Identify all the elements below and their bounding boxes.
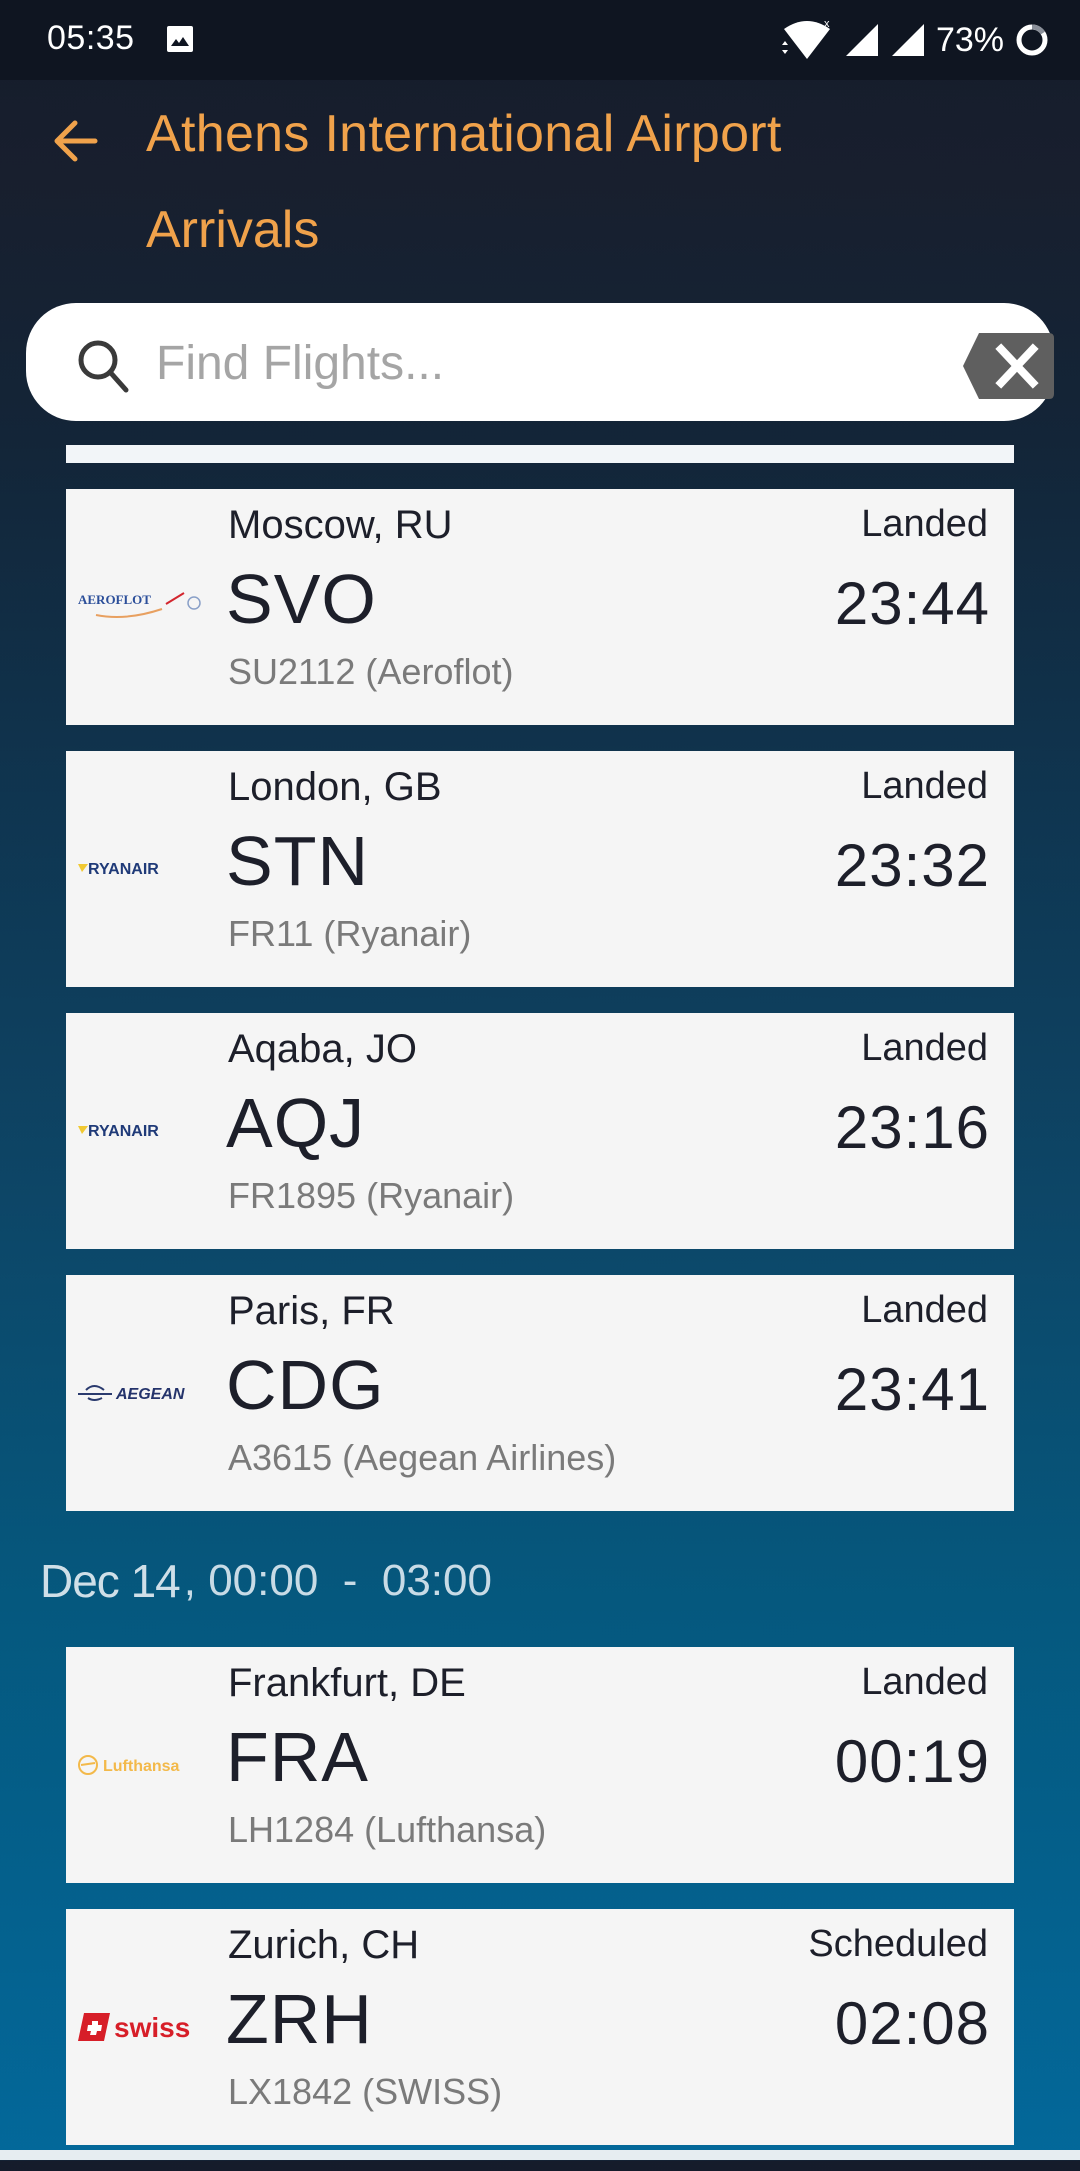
origin-city: Aqaba, JO xyxy=(228,1027,418,1071)
flight-number: FR1895 (Ryanair) xyxy=(228,1175,515,1216)
airline-logo-aegean: AEGEAN xyxy=(76,1363,206,1423)
status-time: 05:35 xyxy=(47,19,135,57)
arrival-time: 02:08 xyxy=(834,1990,990,2057)
ryanair-logo-icon: RYANAIR xyxy=(78,861,159,878)
flight-number: LX1842 (SWISS) xyxy=(228,2071,503,2112)
origin-city: Paris, FR xyxy=(228,1289,395,1333)
airport-code: STN xyxy=(226,822,369,900)
ryanair-logo-icon: RYANAIR xyxy=(78,1123,159,1140)
svg-text:RYANAIR: RYANAIR xyxy=(88,861,159,878)
origin-city: Moscow, RU xyxy=(228,503,453,547)
next-card-edge[interactable] xyxy=(0,2150,1080,2160)
page-title: Athens International Airport xyxy=(146,105,782,163)
battery-ring-icon xyxy=(1016,24,1048,56)
arrow-left-icon xyxy=(54,120,98,162)
search-icon xyxy=(78,340,129,393)
lufthansa-logo-icon: Lufthansa xyxy=(78,1755,180,1775)
status-bar: 05:35 x 73% xyxy=(0,0,1080,80)
back-button[interactable] xyxy=(40,106,110,176)
svg-text:AEROFLOT: AEROFLOT xyxy=(78,592,151,607)
flight-status: Landed xyxy=(861,1027,988,1069)
flight-card[interactable]: Lufthansa Frankfurt, DE FRA LH1284 (Luft… xyxy=(66,1647,1014,1883)
airport-code: ZRH xyxy=(226,1980,373,2058)
svg-text:RYANAIR: RYANAIR xyxy=(88,1123,159,1140)
flight-card[interactable]: swiss Zurich, CH ZRH LX1842 (SWISS) Sche… xyxy=(66,1909,1014,2145)
page-subtitle: Arrivals xyxy=(146,201,320,259)
wifi-icon: x xyxy=(781,19,830,59)
flight-status: Landed xyxy=(861,1289,988,1331)
app-bar: Athens International Airport Arrivals xyxy=(0,80,1080,300)
search-input[interactable] xyxy=(154,327,938,399)
signal-icon xyxy=(845,24,878,56)
svg-text:Lufthansa: Lufthansa xyxy=(103,1758,180,1775)
arrival-time: 23:44 xyxy=(834,570,990,637)
flight-status: Landed xyxy=(861,503,988,545)
flight-card[interactable]: RYANAIR Aqaba, JO AQJ FR1895 (Ryanair) L… xyxy=(66,1013,1014,1249)
aegean-logo-icon: AEGEAN xyxy=(78,1385,185,1403)
flight-number: FR11 (Ryanair) xyxy=(228,913,472,954)
signal-icon xyxy=(891,24,924,56)
group-date: Dec 14 xyxy=(40,1555,181,1607)
swiss-logo-icon: swiss xyxy=(78,2012,190,2043)
flight-status: Scheduled xyxy=(808,1923,988,1965)
airline-logo-lufthansa: Lufthansa xyxy=(76,1735,206,1795)
arrival-time: 23:32 xyxy=(834,832,990,899)
airline-logo-ryanair: RYANAIR xyxy=(76,839,206,899)
flight-status: Landed xyxy=(861,1661,988,1703)
flight-number: SU2112 (Aeroflot) xyxy=(228,651,514,692)
aeroflot-logo-icon: AEROFLOT xyxy=(78,592,201,618)
time-group-header: Dec 14 , 00:00 - 03:00 xyxy=(40,1533,1014,1629)
svg-text:x: x xyxy=(824,19,830,30)
flight-list[interactable]: AEROFLOT Moscow, RU SVO SU2112 (Aeroflot… xyxy=(40,445,1014,2171)
status-icons: x 73% xyxy=(780,16,1050,64)
airport-code: AQJ xyxy=(226,1084,366,1162)
svg-text:AEGEAN: AEGEAN xyxy=(115,1386,185,1403)
flight-card[interactable]: RYANAIR London, GB STN FR11 (Ryanair) La… xyxy=(66,751,1014,987)
flight-card[interactable]: AEROFLOT Moscow, RU SVO SU2112 (Aeroflot… xyxy=(66,489,1014,725)
group-time-range: , 00:00 - 03:00 xyxy=(183,1556,492,1605)
svg-text:swiss: swiss xyxy=(114,2012,190,2043)
airport-code: SVO xyxy=(226,560,377,638)
search-bar xyxy=(26,303,1054,421)
flight-number: LH1284 (Lufthansa) xyxy=(228,1809,547,1850)
origin-city: Frankfurt, DE xyxy=(228,1661,466,1705)
image-notification-icon xyxy=(167,26,193,52)
backspace-clear-icon[interactable] xyxy=(961,331,1056,401)
arrival-time: 23:41 xyxy=(834,1356,990,1423)
arrival-time: 23:16 xyxy=(834,1094,990,1161)
flight-number: A3615 (Aegean Airlines) xyxy=(228,1437,617,1478)
arrival-time: 00:19 xyxy=(834,1728,990,1795)
origin-city: Zurich, CH xyxy=(228,1923,420,1967)
battery-percent: 73% xyxy=(935,20,1004,59)
flight-status: Landed xyxy=(861,765,988,807)
partial-card[interactable] xyxy=(66,445,1014,463)
airline-logo-swiss: swiss xyxy=(76,1997,206,2057)
flight-card[interactable]: AEGEAN Paris, FR CDG A3615 (Aegean Airli… xyxy=(66,1275,1014,1511)
airport-code: FRA xyxy=(226,1718,369,1796)
airline-logo-ryanair: RYANAIR xyxy=(76,1101,206,1161)
airport-code: CDG xyxy=(226,1346,385,1424)
origin-city: London, GB xyxy=(228,765,442,809)
airline-logo-aeroflot: AEROFLOT xyxy=(76,577,206,637)
